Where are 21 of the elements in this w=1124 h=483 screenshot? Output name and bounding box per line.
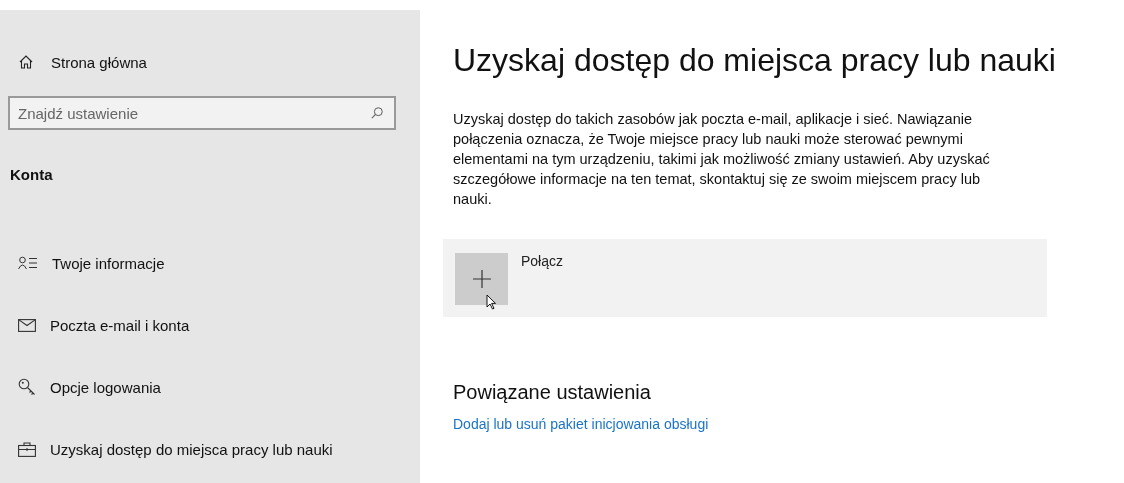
sidebar-item[interactable]: Twoje informacje (8, 251, 420, 275)
home-icon (18, 54, 34, 70)
sidebar-item[interactable]: Uzyskaj dostęp do miejsca pracy lub nauki (8, 437, 420, 461)
add-button[interactable] (455, 253, 508, 305)
section-heading: Powiązane ustawienia (453, 381, 652, 404)
mouse-cursor-icon (486, 294, 496, 310)
mail-icon (18, 318, 36, 332)
key-icon (18, 378, 36, 396)
sidebar-item[interactable]: Opcje logowania (8, 375, 420, 399)
sidebar-item[interactable]: Poczta e-mail i konta (8, 313, 420, 337)
search-icon (370, 106, 384, 120)
section-heading: Konta (9, 166, 54, 183)
connect-label: Połącz (521, 253, 564, 269)
plus-icon (472, 270, 491, 288)
description-text: Uzyskaj dostęp do takich zasobów jak poczta e-mail, aplikacje i sieć. Nawiązanie połączenia oznacza, że Twoje miejsce pracy lub nauki może sterować pewnymi elementami na tym urządzeniu, takimi jak możliwość zmiany ustawień. Aby uzyskać szczegółowe informacje na ten temat, skontaktuj się ze swoim miejscem pracy lub nauki. (453, 110, 991, 209)
briefcase-icon (18, 441, 36, 457)
person-list-icon (18, 256, 38, 270)
home-nav-item[interactable]: Strona główna (8, 50, 147, 74)
search-field[interactable]: Znajdź ustawienie (8, 96, 396, 130)
settings-link[interactable]: Dodaj lub usuń pakiet inicjowania obsługi (453, 416, 1124, 432)
page-title: Uzyskaj dostęp do miejsca pracy lub nauki (453, 42, 1057, 79)
